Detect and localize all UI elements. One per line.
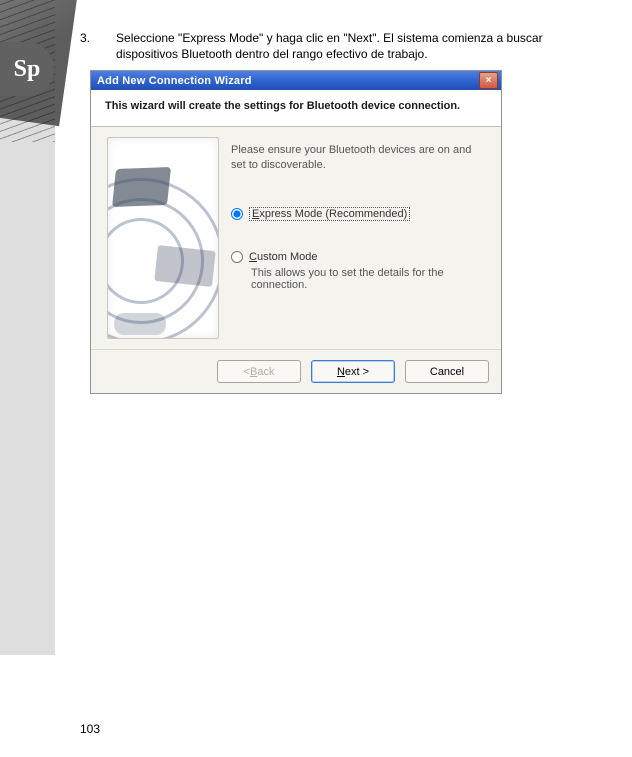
wizard-window: Add New Connection Wizard × This wizard … xyxy=(90,70,502,394)
express-mode-radio[interactable] xyxy=(231,208,243,220)
wizard-header: This wizard will create the settings for… xyxy=(91,90,501,127)
close-icon: × xyxy=(486,75,492,86)
step-item: 3. Seleccione "Express Mode" y haga clic… xyxy=(80,30,600,62)
wizard-footer: < Back Next > Cancel xyxy=(91,349,501,393)
express-mode-option[interactable]: Express Mode (Recommended) xyxy=(231,207,485,221)
titlebar: Add New Connection Wizard × xyxy=(91,71,501,90)
next-button[interactable]: Next > xyxy=(311,360,395,383)
wizard-heading: This wizard will create the settings for… xyxy=(105,100,487,112)
window-title: Add New Connection Wizard xyxy=(94,75,479,87)
custom-mode-radio[interactable] xyxy=(231,251,243,263)
page-number: 103 xyxy=(80,722,100,736)
wizard-body: Please ensure your Bluetooth devices are… xyxy=(91,127,501,349)
express-mode-label: Express Mode (Recommended) xyxy=(249,207,410,221)
custom-mode-label: Custom Mode xyxy=(249,251,317,263)
content-area: 3. Seleccione "Express Mode" y haga clic… xyxy=(80,30,600,394)
cancel-button[interactable]: Cancel xyxy=(405,360,489,383)
back-button: < Back xyxy=(217,360,301,383)
manual-page: Sp 3. Seleccione "Express Mode" y haga c… xyxy=(0,0,632,757)
step-number: 3. xyxy=(80,30,90,62)
language-badge-text: Sp xyxy=(14,56,41,83)
custom-mode-option[interactable]: Custom Mode xyxy=(231,251,485,263)
step-text: Seleccione "Express Mode" y haga clic en… xyxy=(116,30,600,62)
close-button[interactable]: × xyxy=(479,72,498,89)
wizard-hint: Please ensure your Bluetooth devices are… xyxy=(231,143,485,173)
wizard-illustration xyxy=(107,137,219,339)
custom-mode-detail: This allows you to set the details for t… xyxy=(251,267,485,291)
language-badge: Sp xyxy=(0,42,54,96)
wizard-options: Please ensure your Bluetooth devices are… xyxy=(231,137,485,343)
left-margin-strip: Sp xyxy=(0,0,55,655)
